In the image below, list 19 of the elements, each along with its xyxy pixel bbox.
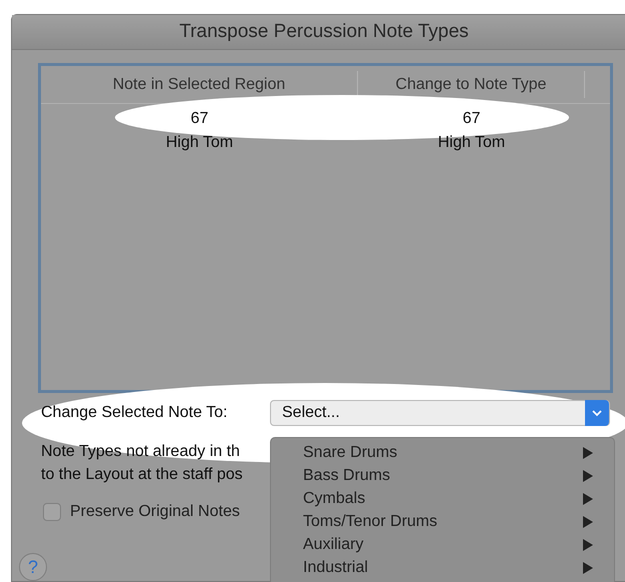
menu-item[interactable]: Auxiliary [271, 533, 614, 556]
note-number: 67 [190, 109, 208, 130]
menu-item[interactable]: Bass Drums [271, 464, 614, 487]
change-note-label: Change Selected Note To: [41, 402, 228, 423]
note-types-text: to the Layout at the staff pos [41, 465, 243, 486]
menu-item[interactable]: Cymbals [271, 487, 614, 510]
menu-item[interactable]: Industrial [271, 556, 614, 579]
preserve-checkbox[interactable] [43, 503, 61, 522]
window-title: Transpose Percussion Note Types [179, 20, 469, 44]
note-type-select[interactable]: Select... [270, 400, 610, 426]
column-header[interactable]: Change to Note Type [396, 76, 546, 94]
note-number: 67 [462, 109, 480, 130]
preserve-label: Preserve Original Notes [70, 502, 240, 522]
chevron-down-icon [585, 400, 609, 426]
menu-item[interactable]: Snare Drums [271, 441, 614, 464]
menu-item[interactable]: Toms/Tenor Drums [271, 510, 614, 533]
note-name: High Tom [438, 133, 506, 154]
note-name: High Tom [166, 133, 234, 154]
column-header[interactable]: Note in Selected Region [112, 76, 286, 94]
